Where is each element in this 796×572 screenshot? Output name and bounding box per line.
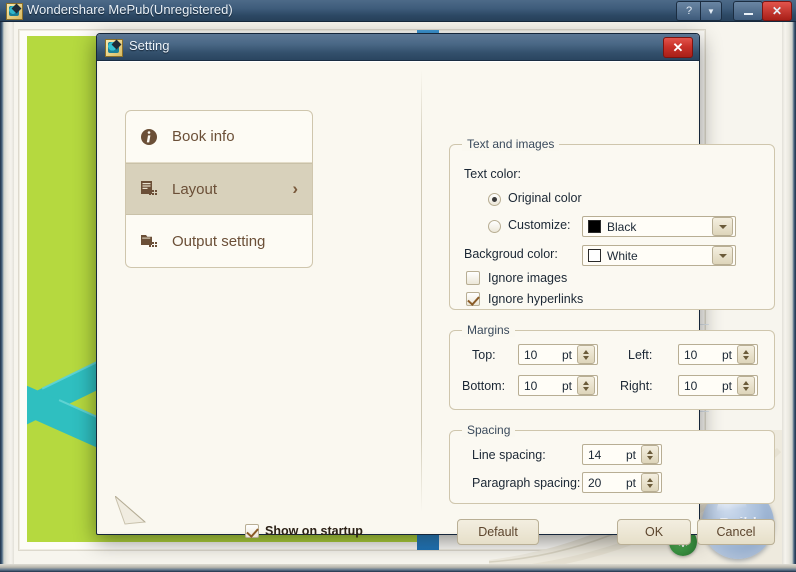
ignore-hyperlinks-label: Ignore hyperlinks bbox=[488, 292, 584, 306]
background-color-label: Backgroud color: bbox=[464, 247, 558, 261]
window-frame-bottom bbox=[0, 564, 796, 572]
color-swatch-black bbox=[588, 220, 601, 233]
background-color-combobox[interactable]: White bbox=[582, 245, 736, 266]
dialog-title: Setting bbox=[129, 38, 170, 53]
margin-left-label: Left: bbox=[628, 348, 653, 362]
chevron-down-icon[interactable] bbox=[712, 246, 733, 265]
cancel-button-label: Cancel bbox=[716, 525, 756, 539]
dialog-body: Book info Layout › Output setting Text a… bbox=[99, 61, 775, 545]
group-title: Margins bbox=[462, 323, 515, 337]
chevron-right-icon: › bbox=[292, 179, 298, 198]
close-icon: ✕ bbox=[672, 40, 684, 55]
close-icon: ✕ bbox=[771, 4, 783, 18]
margin-bottom-unit: pt bbox=[561, 378, 572, 393]
group-title: Spacing bbox=[462, 423, 516, 437]
ignore-images-checkbox[interactable] bbox=[466, 271, 480, 285]
mepub-app-icon bbox=[6, 3, 23, 20]
spinner-arrows[interactable] bbox=[641, 473, 659, 492]
sidebar-item-output-setting[interactable]: Output setting bbox=[126, 215, 312, 267]
default-button-label: Default bbox=[478, 525, 518, 539]
margin-left-value: 10 bbox=[684, 347, 698, 362]
sidebar-item-label: Output setting bbox=[172, 232, 266, 250]
minimize-icon bbox=[743, 12, 753, 15]
line-spacing-value: 14 bbox=[588, 447, 602, 462]
dialog-close-button[interactable]: ✕ bbox=[663, 37, 693, 58]
spinner-arrows[interactable] bbox=[737, 345, 755, 364]
line-spacing-label: Line spacing: bbox=[472, 448, 546, 462]
margins-group: Margins Top: 10 pt Bottom: 10 pt Left: 1… bbox=[449, 323, 775, 410]
margin-bottom-stepper[interactable]: 10 pt bbox=[518, 375, 598, 396]
info-icon bbox=[138, 128, 160, 146]
paragraph-spacing-label: Paragraph spacing: bbox=[472, 476, 581, 490]
help-dropdown-button[interactable]: ▼ bbox=[700, 1, 722, 21]
spinner-arrows[interactable] bbox=[641, 445, 659, 464]
paragraph-spacing-stepper[interactable]: 20 pt bbox=[582, 472, 662, 493]
margin-right-value: 10 bbox=[684, 378, 698, 393]
margin-top-value: 10 bbox=[524, 347, 538, 362]
minimize-button[interactable] bbox=[733, 1, 763, 21]
settings-nav-list: Book info Layout › Output setting bbox=[125, 110, 313, 268]
group-title: Text and images bbox=[462, 137, 560, 151]
application-titlebar[interactable]: Wondershare MePub(Unregistered) ? ▼ ✕ bbox=[0, 0, 796, 22]
output-folder-icon bbox=[138, 232, 160, 250]
original-color-label: Original color bbox=[508, 191, 582, 205]
margin-bottom-label: Bottom: bbox=[462, 379, 506, 393]
help-button-label: ? bbox=[685, 5, 693, 17]
customize-color-label: Customize: bbox=[508, 218, 571, 232]
original-color-radio[interactable] bbox=[488, 193, 501, 206]
paragraph-spacing-value: 20 bbox=[588, 475, 602, 490]
margin-right-stepper[interactable]: 10 pt bbox=[678, 375, 758, 396]
show-on-startup-label: Show on startup bbox=[265, 524, 363, 538]
spinner-arrows[interactable] bbox=[577, 376, 595, 395]
sidebar-item-label: Book info bbox=[172, 128, 235, 145]
chevron-down-icon[interactable] bbox=[712, 217, 733, 236]
spacing-group: Spacing Line spacing: 14 pt Paragraph sp… bbox=[449, 423, 775, 504]
customize-color-radio[interactable] bbox=[488, 220, 501, 233]
sidebar-item-layout[interactable]: Layout › bbox=[126, 163, 312, 215]
default-button[interactable]: Default bbox=[457, 519, 539, 545]
text-color-label: Text color: bbox=[464, 167, 521, 181]
window-frame-right bbox=[782, 0, 796, 572]
mepub-dialog-icon bbox=[105, 39, 123, 57]
margin-right-unit: pt bbox=[721, 378, 732, 393]
cancel-button[interactable]: Cancel bbox=[697, 519, 775, 545]
close-button[interactable]: ✕ bbox=[762, 1, 792, 21]
dialog-titlebar[interactable]: Setting ✕ bbox=[97, 34, 699, 61]
layout-icon bbox=[138, 180, 160, 198]
show-on-startup-checkbox[interactable] bbox=[245, 524, 259, 538]
ignore-hyperlinks-checkbox[interactable] bbox=[466, 292, 480, 306]
setting-dialog: Setting ✕ Book info Layout › Output sett… bbox=[96, 33, 775, 545]
page-curl-decoration bbox=[113, 494, 151, 526]
ok-button-label: OK bbox=[644, 525, 664, 539]
margin-top-label: Top: bbox=[472, 348, 496, 362]
application-title: Wondershare MePub(Unregistered) bbox=[27, 2, 233, 17]
nav-content-divider bbox=[421, 70, 422, 512]
spinner-arrows[interactable] bbox=[737, 376, 755, 395]
help-button[interactable]: ? bbox=[676, 1, 701, 21]
window-frame-left bbox=[0, 0, 14, 572]
ignore-images-label: Ignore images bbox=[488, 271, 568, 285]
text-color-combobox[interactable]: Black bbox=[582, 216, 736, 237]
line-spacing-unit: pt bbox=[625, 447, 636, 462]
margin-right-label: Right: bbox=[620, 379, 653, 393]
sidebar-item-label: Layout bbox=[172, 180, 218, 198]
line-spacing-stepper[interactable]: 14 pt bbox=[582, 444, 662, 465]
paragraph-spacing-unit: pt bbox=[625, 475, 636, 490]
margin-bottom-value: 10 bbox=[524, 378, 538, 393]
text-and-images-group: Text and images Text color: Original col… bbox=[449, 137, 775, 310]
margin-top-unit: pt bbox=[561, 347, 572, 362]
background-color-value: White bbox=[607, 248, 638, 263]
margin-left-stepper[interactable]: 10 pt bbox=[678, 344, 758, 365]
sidebar-item-book-info[interactable]: Book info bbox=[126, 111, 312, 163]
ok-button[interactable]: OK bbox=[617, 519, 691, 545]
spinner-arrows[interactable] bbox=[577, 345, 595, 364]
margin-top-stepper[interactable]: 10 pt bbox=[518, 344, 598, 365]
margin-left-unit: pt bbox=[721, 347, 732, 362]
chevron-down-icon: ▼ bbox=[707, 6, 715, 16]
text-color-value: Black bbox=[607, 219, 637, 234]
color-swatch-white bbox=[588, 249, 601, 262]
